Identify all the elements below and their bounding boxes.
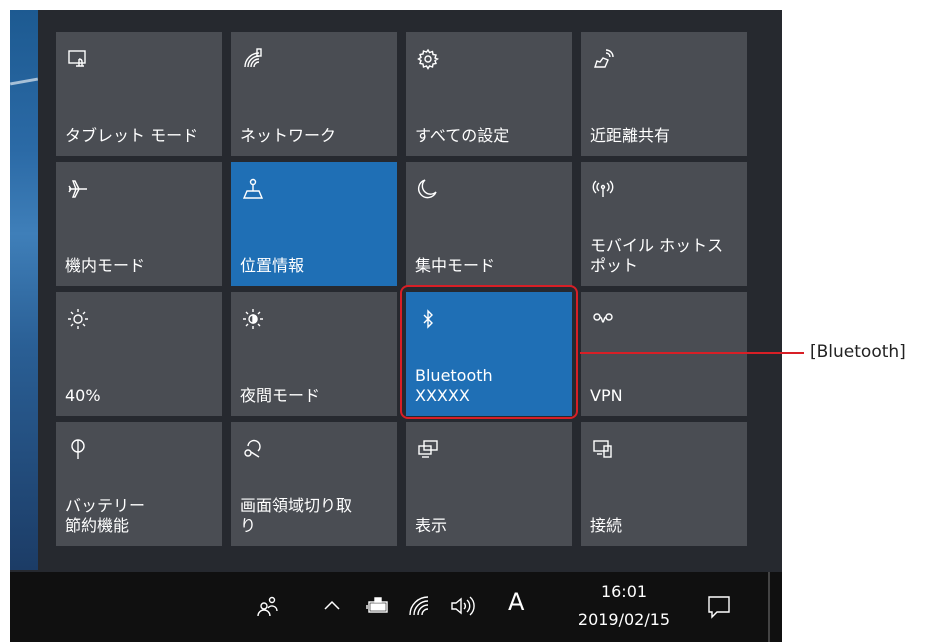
ime-mode-indicator[interactable]: A xyxy=(508,588,524,616)
snip-icon xyxy=(240,436,266,462)
moon-icon xyxy=(415,176,441,202)
vpn-icon xyxy=(590,306,616,332)
battery-saver-icon xyxy=(65,436,91,462)
tile-label: タブレット モード xyxy=(65,126,199,145)
tile-label: Bluetooth XXXXX xyxy=(415,366,493,405)
location-icon xyxy=(240,176,266,202)
airplane-icon xyxy=(65,176,91,202)
tile-label: バッテリー 節約機能 xyxy=(65,496,146,535)
desktop-background xyxy=(10,10,38,570)
tile-airplane-mode[interactable]: 機内モード xyxy=(56,162,222,286)
tile-brightness[interactable]: 40% xyxy=(56,292,222,416)
project-icon xyxy=(415,436,441,462)
tile-label: 機内モード xyxy=(65,256,146,275)
tile-label: モバイル ホットス ポット xyxy=(590,236,724,275)
tile-label: 表示 xyxy=(415,516,448,535)
gear-icon xyxy=(415,46,441,72)
clock-time[interactable]: 16:01 xyxy=(584,582,664,601)
tile-vpn[interactable]: VPN xyxy=(581,292,747,416)
screen: タブレット モード ネットワーク すべての設定 近距離共有 機内モード 位置情報… xyxy=(10,10,782,642)
action-center-icon[interactable] xyxy=(704,592,734,622)
tile-location[interactable]: 位置情報 xyxy=(231,162,397,286)
tile-tablet-mode[interactable]: タブレット モード xyxy=(56,32,222,156)
show-desktop-edge[interactable] xyxy=(768,572,770,642)
night-light-icon xyxy=(240,306,266,332)
tile-focus-assist[interactable]: 集中モード xyxy=(406,162,572,286)
tile-screen-snip[interactable]: 画面領域切り取 り xyxy=(231,422,397,546)
tile-connect[interactable]: 接続 xyxy=(581,422,747,546)
connect-icon xyxy=(590,436,616,462)
callout-label: [Bluetooth] xyxy=(810,342,906,362)
tile-label: ネットワーク xyxy=(240,126,337,145)
tile-mobile-hotspot[interactable]: モバイル ホットス ポット xyxy=(581,162,747,286)
tile-battery-saver[interactable]: バッテリー 節約機能 xyxy=(56,422,222,546)
hotspot-icon xyxy=(590,176,616,202)
tile-night-light[interactable]: 夜間モード xyxy=(231,292,397,416)
tile-bluetooth[interactable]: Bluetooth XXXXX xyxy=(406,292,572,416)
callout-line xyxy=(580,352,804,354)
tile-nearby-share[interactable]: 近距離共有 xyxy=(581,32,747,156)
tile-label: 集中モード xyxy=(415,256,496,275)
tile-all-settings[interactable]: すべての設定 xyxy=(406,32,572,156)
tile-network[interactable]: ネットワーク xyxy=(231,32,397,156)
tile-label: VPN xyxy=(590,386,623,405)
wifi-icon[interactable] xyxy=(406,594,434,618)
people-icon[interactable] xyxy=(254,592,282,620)
tile-project[interactable]: 表示 xyxy=(406,422,572,546)
battery-icon[interactable] xyxy=(364,594,392,618)
tile-label: 40% xyxy=(65,386,101,405)
tablet-mode-icon xyxy=(65,46,91,72)
tile-label: 接続 xyxy=(590,516,623,535)
brightness-icon xyxy=(65,306,91,332)
clock-date[interactable]: 2019/02/15 xyxy=(572,610,676,629)
tile-label: 近距離共有 xyxy=(590,126,671,145)
tile-label: 位置情報 xyxy=(240,256,305,275)
tile-label: 夜間モード xyxy=(240,386,321,405)
nearby-share-icon xyxy=(590,46,616,72)
network-icon xyxy=(240,46,266,72)
volume-icon[interactable] xyxy=(448,594,480,618)
tile-label: 画面領域切り取 り xyxy=(240,496,353,535)
tile-label: すべての設定 xyxy=(415,126,510,145)
action-center-panel: タブレット モード ネットワーク すべての設定 近距離共有 機内モード 位置情報… xyxy=(38,10,782,572)
chevron-up-icon[interactable] xyxy=(320,594,344,618)
bluetooth-icon xyxy=(415,306,441,332)
taskbar: A 16:01 2019/02/15 xyxy=(10,572,782,642)
